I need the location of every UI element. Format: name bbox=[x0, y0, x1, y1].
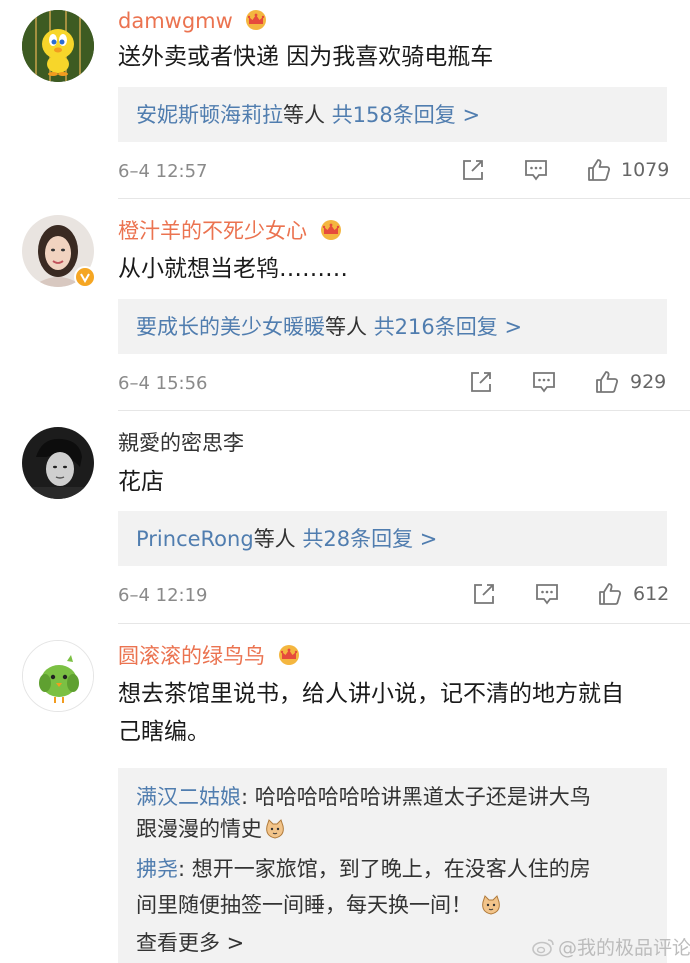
reply-text: 跟漫漫的情史 bbox=[136, 817, 262, 841]
reply-summary[interactable]: 要成长的美少女暖暖等人 共216条回复 > bbox=[118, 299, 667, 354]
weibo-logo-icon bbox=[532, 939, 554, 957]
comment-icon[interactable] bbox=[531, 369, 557, 395]
username[interactable]: 圆滚滚的绿鸟鸟 bbox=[118, 643, 302, 669]
avatar-image-bw-portrait bbox=[22, 427, 94, 499]
reply-author[interactable]: 拂尧 bbox=[136, 857, 178, 881]
avatar-image-green-bird bbox=[23, 641, 93, 711]
comment-text: 想去茶馆里说书，给人讲小说，记不清的地方就自 己瞎编。 bbox=[118, 675, 670, 751]
like-count: 929 bbox=[630, 371, 667, 393]
share-icon[interactable] bbox=[468, 369, 494, 395]
divider bbox=[118, 198, 690, 199]
reply-count-link[interactable]: 共216条回复 > bbox=[374, 315, 522, 339]
avatar[interactable] bbox=[22, 640, 94, 712]
reply-text: : 想开一家旅馆，到了晚上，在没客人住的房 bbox=[178, 857, 591, 881]
avatar-image-tweety bbox=[22, 10, 94, 82]
comment-icon[interactable] bbox=[534, 581, 560, 607]
reply-count-link[interactable]: 共28条回复 > bbox=[302, 527, 437, 551]
reply-etc: 等人 bbox=[283, 103, 325, 127]
username-text[interactable]: damwgmw bbox=[118, 9, 233, 33]
reply-author[interactable]: 满汉二姑娘 bbox=[136, 785, 241, 809]
comment-icon[interactable] bbox=[523, 157, 549, 183]
watermark: @我的极品评论 bbox=[532, 933, 690, 960]
cat-emoji-icon bbox=[482, 895, 500, 915]
reply-text: : 哈哈哈哈哈哈讲黑道太子还是讲大鸟 bbox=[241, 785, 591, 809]
comment-meta: 6–4 15:56 929 bbox=[118, 369, 670, 399]
reply-names[interactable]: 安妮斯顿海莉拉 bbox=[136, 103, 283, 127]
reply-names[interactable]: PrinceRong bbox=[136, 527, 254, 551]
username-text[interactable]: 親愛的密思李 bbox=[118, 431, 244, 455]
cat-emoji-icon bbox=[266, 819, 284, 839]
like-icon[interactable] bbox=[597, 581, 623, 607]
comment-meta: 6–4 12:57 1079 bbox=[118, 157, 670, 187]
comment-text: 从小就想当老鸨……… bbox=[118, 256, 348, 282]
reply-preview-2-cont: 间里随便抽签一间睡，每天换一间！ bbox=[136, 890, 502, 920]
comment-text-line-1: 想去茶馆里说书，给人讲小说，记不清的地方就自 bbox=[118, 681, 624, 707]
comment-text: 花店 bbox=[118, 469, 164, 495]
comment-text-line-2: 己瞎编。 bbox=[118, 719, 210, 745]
crown-icon bbox=[246, 10, 267, 30]
like-icon[interactable] bbox=[586, 157, 612, 183]
reply-summary[interactable]: PrinceRong等人 共28条回复 > bbox=[118, 511, 667, 566]
username-text[interactable]: 圆滚滚的绿鸟鸟 bbox=[118, 644, 265, 668]
reply-preview-1[interactable]: 满汉二姑娘: 哈哈哈哈哈哈讲黑道太子还是讲大鸟 bbox=[136, 782, 591, 812]
comment-text: 送外卖或者快递 因为我喜欢骑电瓶车 bbox=[118, 44, 494, 70]
timestamp: 6–4 15:56 bbox=[118, 373, 208, 394]
reply-preview-2[interactable]: 拂尧: 想开一家旅馆，到了晚上，在没客人住的房 bbox=[136, 854, 591, 884]
like-icon[interactable] bbox=[594, 369, 620, 395]
reply-count-link[interactable]: 共158条回复 > bbox=[332, 103, 480, 127]
timestamp: 6–4 12:57 bbox=[118, 161, 208, 182]
like-count: 1079 bbox=[621, 159, 670, 181]
username[interactable]: damwgmw bbox=[118, 8, 269, 34]
share-icon[interactable] bbox=[460, 157, 486, 183]
timestamp: 6–4 12:19 bbox=[118, 585, 208, 606]
username[interactable]: 橙汁羊的不死少女心 bbox=[118, 218, 344, 244]
reply-text: 间里随便抽签一间睡，每天换一间！ bbox=[136, 893, 472, 917]
watermark-text: @我的极品评论 bbox=[558, 937, 690, 959]
divider bbox=[118, 623, 690, 624]
avatar[interactable] bbox=[22, 427, 94, 499]
reply-etc: 等人 bbox=[325, 315, 367, 339]
reply-etc: 等人 bbox=[253, 527, 296, 551]
avatar[interactable] bbox=[22, 10, 94, 82]
divider bbox=[118, 410, 690, 411]
verified-badge-icon bbox=[74, 266, 96, 288]
view-more-link[interactable]: 查看更多 > bbox=[136, 928, 244, 958]
reply-names[interactable]: 要成长的美少女暖暖 bbox=[136, 315, 325, 339]
crown-icon bbox=[278, 645, 299, 665]
reply-preview-1-cont: 跟漫漫的情史 bbox=[136, 814, 286, 844]
like-count: 612 bbox=[633, 583, 670, 605]
share-icon[interactable] bbox=[471, 581, 497, 607]
comment-meta: 6–4 12:19 612 bbox=[118, 581, 670, 611]
reply-summary[interactable]: 安妮斯顿海莉拉等人 共158条回复 > bbox=[118, 87, 667, 142]
crown-icon bbox=[320, 220, 341, 240]
username[interactable]: 親愛的密思李 bbox=[118, 430, 244, 456]
username-text[interactable]: 橙汁羊的不死少女心 bbox=[118, 219, 307, 243]
